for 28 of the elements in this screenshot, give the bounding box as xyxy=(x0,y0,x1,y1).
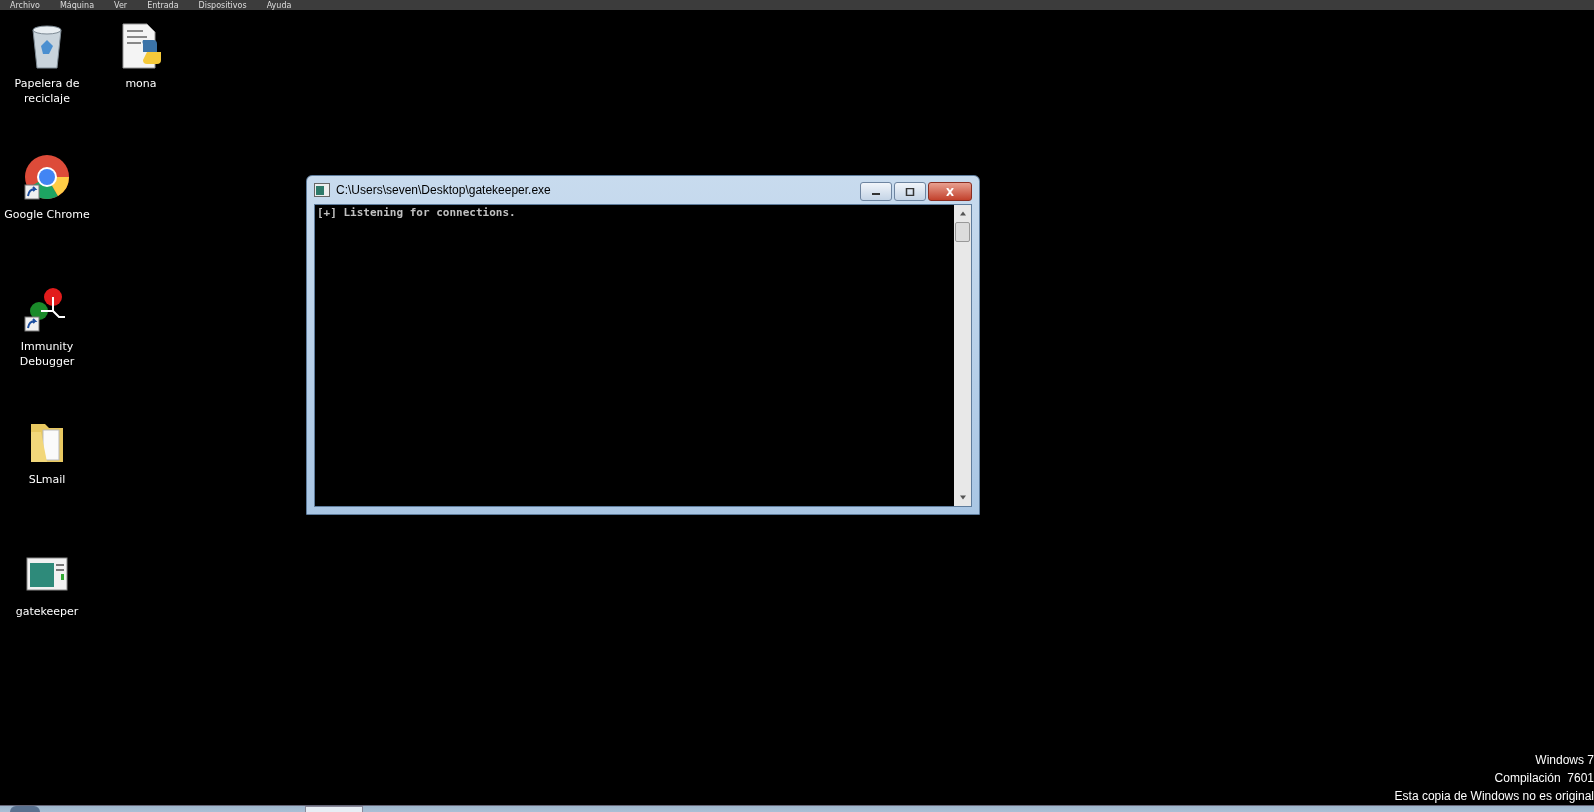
activation-notice-line: Windows 7 xyxy=(1535,752,1594,769)
menu-item[interactable]: Ayuda xyxy=(266,0,292,10)
menu-item[interactable]: Máquina xyxy=(59,0,95,10)
desktop-icon-label[interactable]: Papelera de reciclaje xyxy=(1,76,93,106)
close-icon xyxy=(945,187,955,196)
scrollbar[interactable] xyxy=(954,205,971,506)
taskbar-button[interactable] xyxy=(305,806,363,812)
desktop-icon-label[interactable]: Immunity Debugger xyxy=(1,339,93,369)
activation-notice-line: Compilación 7601 xyxy=(1494,770,1594,787)
menu-item[interactable]: Ver xyxy=(114,0,128,10)
menu-item[interactable]: Archivo xyxy=(10,0,40,10)
desktop-icon-label[interactable]: gatekeeper xyxy=(15,604,79,619)
close-button[interactable] xyxy=(928,182,972,201)
start-button[interactable] xyxy=(10,806,40,812)
browser-icon[interactable] xyxy=(23,153,71,201)
desktop-icon-label[interactable]: mona xyxy=(125,76,157,91)
console-app-icon xyxy=(314,183,330,197)
maximize-button[interactable] xyxy=(894,182,926,201)
scroll-thumb[interactable] xyxy=(955,222,970,242)
activation-notice-line: Esta copia de Windows no es original xyxy=(1394,788,1594,805)
desktop-icon-label[interactable]: Google Chrome xyxy=(4,207,90,222)
desktop-icon-label[interactable]: SLmail xyxy=(28,472,66,487)
maximize-icon xyxy=(905,187,915,196)
minimize-button[interactable] xyxy=(860,182,892,201)
window-title: C:\Users\seven\Desktop\gatekeeper.exe xyxy=(336,183,552,197)
console-line: [+] Listening for connections. xyxy=(317,206,517,219)
menu-item[interactable]: Entrada xyxy=(147,0,179,10)
menu-item[interactable]: Dispositivos xyxy=(198,0,247,10)
